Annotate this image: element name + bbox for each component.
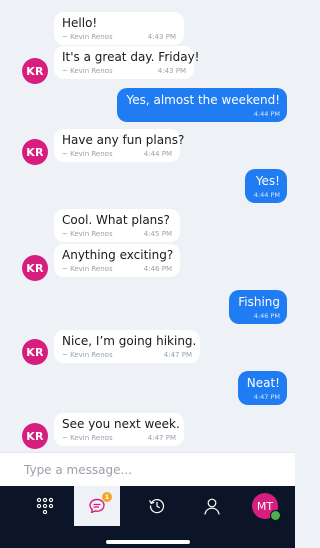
profile-avatar: MT bbox=[252, 493, 281, 521]
message-text: Hello! bbox=[62, 16, 98, 30]
online-status-indicator bbox=[270, 510, 281, 521]
message-sender: ~ Kevin Renos bbox=[62, 265, 113, 273]
message-text: It's a great day. Friday! bbox=[62, 50, 200, 64]
apps-grid-icon bbox=[36, 497, 54, 515]
tab-history[interactable] bbox=[134, 486, 180, 526]
message-sender: ~ Kevin Renos bbox=[62, 351, 113, 359]
message-text: Neat! bbox=[246, 376, 280, 390]
message-text: Cool. What plans? bbox=[62, 213, 170, 227]
outgoing-message[interactable]: Yes, almost the weekend! 4:44 PM bbox=[117, 88, 287, 122]
message-time: 4:45 PM bbox=[143, 230, 172, 238]
tab-chat[interactable]: 1 bbox=[74, 486, 120, 526]
incoming-message[interactable]: Hello! ~ Kevin Renos 4:43 PM bbox=[54, 12, 184, 45]
home-indicator bbox=[106, 540, 190, 544]
outgoing-message[interactable]: Neat! 4:47 PM bbox=[237, 371, 287, 405]
incoming-message[interactable]: See you next week. ~ Kevin Renos 4:47 PM bbox=[54, 413, 184, 446]
incoming-message[interactable]: Have any fun plans? ~ Kevin Renos 4:44 P… bbox=[54, 129, 185, 162]
incoming-message[interactable]: Anything exciting? ~ Kevin Renos 4:46 PM bbox=[54, 244, 180, 277]
profile-initials: MT bbox=[256, 499, 274, 513]
avatar[interactable]: KR bbox=[22, 423, 48, 449]
person-icon bbox=[204, 498, 220, 515]
incoming-message[interactable]: Cool. What plans? ~ Kevin Renos 4:45 PM bbox=[54, 209, 180, 242]
avatar[interactable]: KR bbox=[22, 139, 48, 165]
message-time: 4:43 PM bbox=[157, 67, 186, 75]
message-sender: ~ Kevin Renos bbox=[62, 434, 113, 442]
message-sender: ~ Kevin Renos bbox=[62, 150, 113, 158]
message-text: Anything exciting? bbox=[62, 248, 174, 262]
message-time: 4:47 PM bbox=[147, 434, 176, 442]
unread-badge: 1 bbox=[102, 492, 112, 502]
bottom-tab-bar: 1 MT bbox=[0, 486, 295, 548]
message-sender: ~ Kevin Renos bbox=[62, 230, 113, 238]
avatar[interactable]: KR bbox=[22, 339, 48, 365]
message-time: 4:47 PM bbox=[163, 351, 192, 359]
message-text: Yes! bbox=[255, 174, 280, 188]
tab-apps[interactable] bbox=[22, 486, 68, 526]
avatar[interactable]: KR bbox=[22, 255, 48, 281]
outgoing-message[interactable]: Fishing 4:46 PM bbox=[229, 290, 287, 324]
message-time: 4:44 PM bbox=[253, 191, 280, 199]
message-sender: ~ Kevin Renos bbox=[62, 67, 113, 75]
message-time: 4:46 PM bbox=[143, 265, 172, 273]
outgoing-message[interactable]: Yes! 4:44 PM bbox=[244, 169, 287, 203]
history-icon bbox=[149, 499, 165, 514]
message-text: Have any fun plans? bbox=[62, 133, 185, 147]
message-time: 4:47 PM bbox=[253, 393, 280, 401]
tab-contacts[interactable] bbox=[189, 486, 235, 526]
message-text: See you next week. bbox=[62, 417, 180, 431]
message-time: 4:43 PM bbox=[147, 33, 176, 41]
message-composer bbox=[0, 452, 295, 486]
message-time: 4:44 PM bbox=[253, 110, 280, 118]
message-text: Fishing bbox=[238, 295, 280, 309]
avatar[interactable]: KR bbox=[22, 58, 48, 84]
message-input[interactable] bbox=[0, 453, 295, 486]
message-text: Yes, almost the weekend! bbox=[126, 93, 280, 107]
message-text: Nice, I’m going hiking. bbox=[62, 334, 197, 348]
message-sender: ~ Kevin Renos bbox=[62, 33, 113, 41]
incoming-message[interactable]: It's a great day. Friday! ~ Kevin Renos … bbox=[54, 46, 200, 79]
incoming-message[interactable]: Nice, I’m going hiking. ~ Kevin Renos 4:… bbox=[54, 330, 200, 363]
chat-thread[interactable]: Hello! ~ Kevin Renos 4:43 PM KR It's a g… bbox=[0, 0, 295, 449]
message-time: 4:46 PM bbox=[253, 312, 280, 320]
tab-profile[interactable]: MT bbox=[242, 486, 288, 526]
message-time: 4:44 PM bbox=[143, 150, 172, 158]
